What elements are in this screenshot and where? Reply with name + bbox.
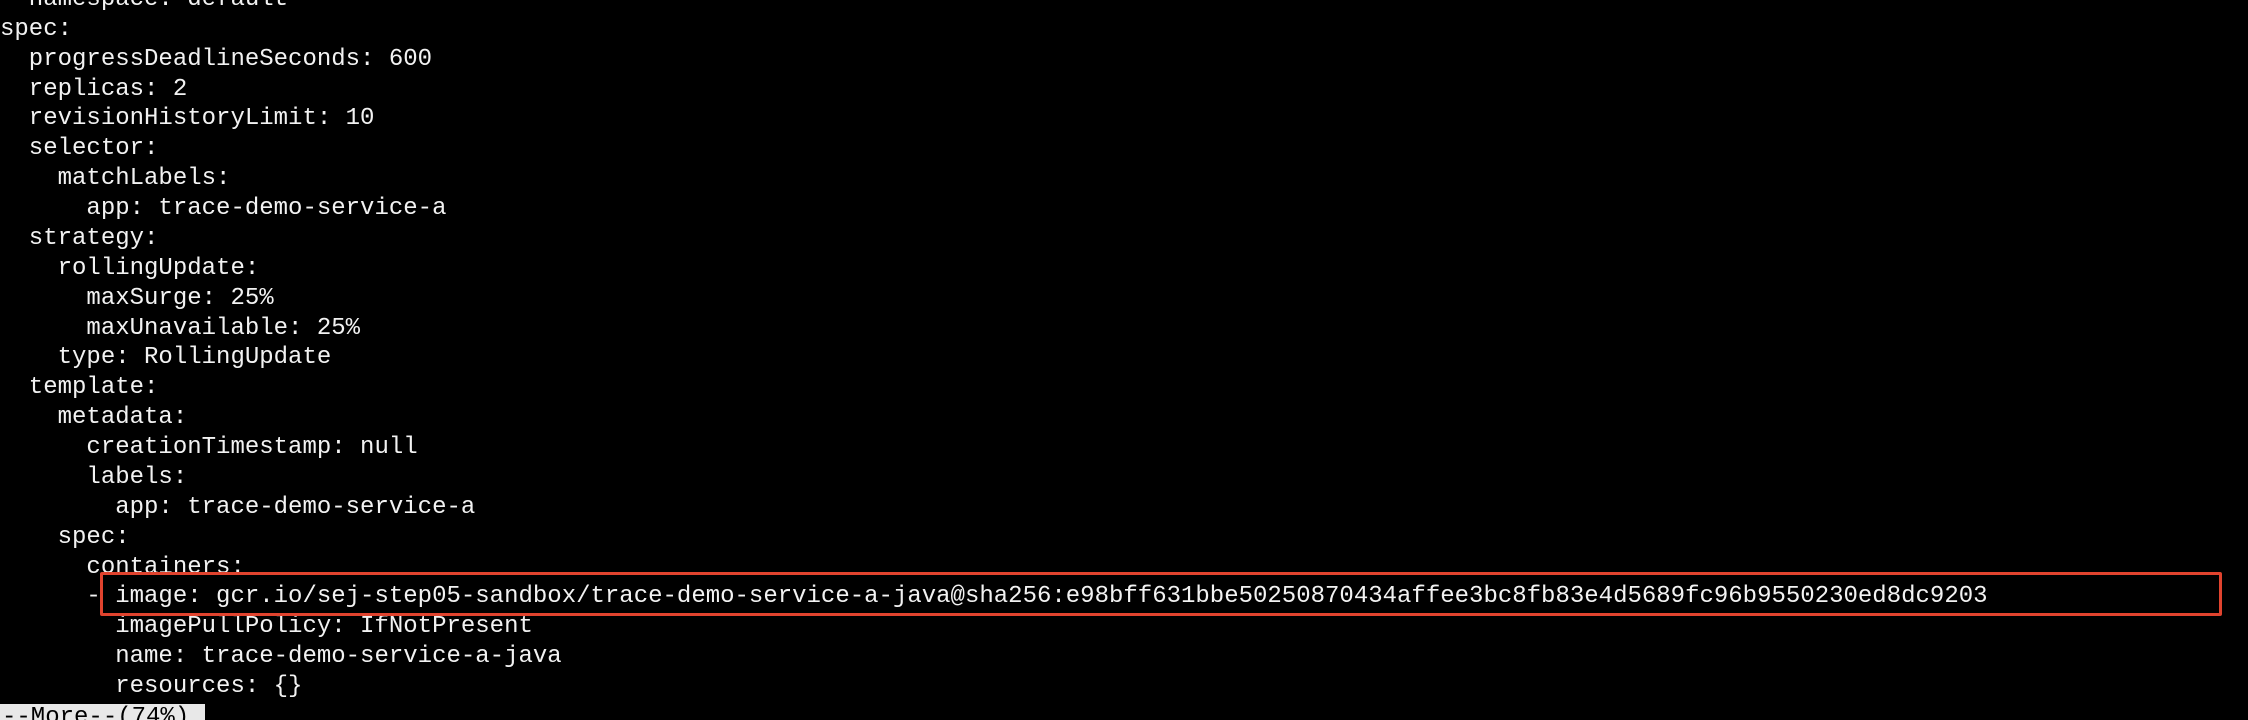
terminal-line: type: RollingUpdate <box>0 344 332 371</box>
terminal-line: namespace: default <box>0 0 288 15</box>
terminal-line: spec: <box>0 16 73 43</box>
terminal-window[interactable]: namespace: default spec: progressDeadlin… <box>0 0 2248 720</box>
pager-prompt[interactable]: --More--(74%) <box>0 704 206 720</box>
terminal-line: app: trace-demo-service-a <box>0 195 447 222</box>
terminal-cursor <box>191 704 206 720</box>
terminal-line: metadata: <box>0 404 188 431</box>
terminal-line: spec: <box>0 524 130 551</box>
terminal-line: strategy: <box>0 225 159 252</box>
terminal-line: matchLabels: <box>0 165 231 192</box>
terminal-line: labels: <box>0 464 188 491</box>
terminal-line: imagePullPolicy: IfNotPresent <box>0 613 533 640</box>
pager-text: --More--(74%) <box>0 704 192 720</box>
terminal-line: template: <box>0 374 159 401</box>
terminal-line: replicas: 2 <box>0 76 188 103</box>
terminal-line: resources: {} <box>0 673 303 700</box>
terminal-line: maxUnavailable: 25% <box>0 315 361 342</box>
terminal-line: name: trace-demo-service-a-java <box>0 643 562 670</box>
terminal-line: maxSurge: 25% <box>0 285 274 312</box>
terminal-line: creationTimestamp: null <box>0 434 418 461</box>
terminal-line: app: trace-demo-service-a <box>0 494 476 521</box>
image-highlight-box <box>100 572 2222 616</box>
terminal-line: selector: <box>0 135 159 162</box>
terminal-line: revisionHistoryLimit: 10 <box>0 105 375 132</box>
terminal-line: progressDeadlineSeconds: 600 <box>0 46 433 73</box>
terminal-line: rollingUpdate: <box>0 255 260 282</box>
